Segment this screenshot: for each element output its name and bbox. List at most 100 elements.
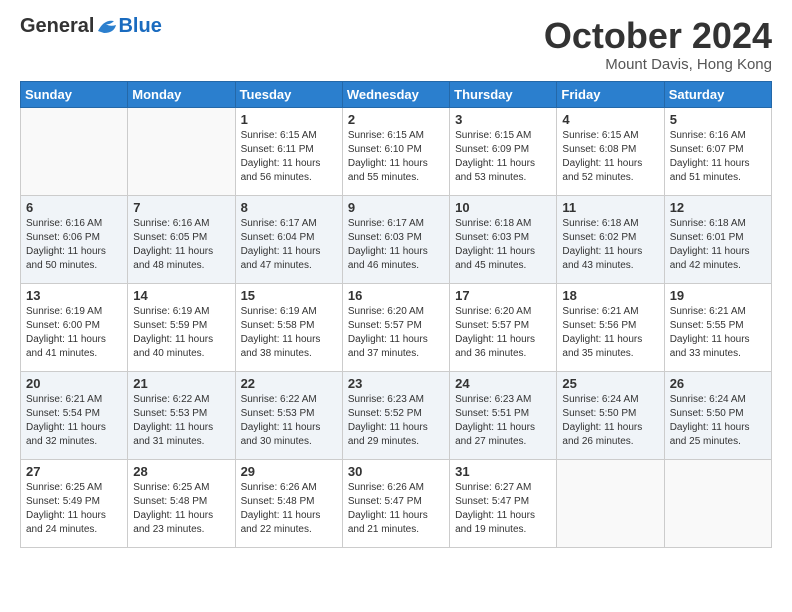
day-number: 7 bbox=[133, 200, 229, 215]
calendar-day-cell: 31 Sunrise: 6:27 AM Sunset: 5:47 PM Dayli… bbox=[450, 459, 557, 547]
day-info: Sunrise: 6:16 AM Sunset: 6:05 PM Dayligh… bbox=[133, 217, 229, 273]
day-info: Sunrise: 6:27 AM Sunset: 5:47 PM Dayligh… bbox=[455, 481, 551, 537]
calendar-day-cell: 20 Sunrise: 6:21 AM Sunset: 5:54 PM Dayli… bbox=[21, 371, 128, 459]
day-info: Sunrise: 6:22 AM Sunset: 5:53 PM Dayligh… bbox=[241, 393, 337, 449]
calendar-day-cell: 30 Sunrise: 6:26 AM Sunset: 5:47 PM Dayli… bbox=[342, 459, 449, 547]
day-info: Sunrise: 6:18 AM Sunset: 6:01 PM Dayligh… bbox=[670, 217, 766, 273]
calendar-day-cell: 23Sunrise: 6:23 AM Sunset: 5:52 PM Dayli… bbox=[342, 371, 449, 459]
day-number: 2 bbox=[348, 112, 444, 127]
calendar-day-cell: 14 Sunrise: 6:19 AM Sunset: 5:59 PM Dayli… bbox=[128, 283, 235, 371]
day-number: 29 bbox=[241, 464, 337, 479]
header-tuesday: Tuesday bbox=[235, 81, 342, 107]
calendar-day-cell: 10Sunrise: 6:18 AM Sunset: 6:03 PM Dayli… bbox=[450, 195, 557, 283]
day-info: Sunrise: 6:21 AM Sunset: 5:54 PM Dayligh… bbox=[26, 393, 122, 449]
day-number: 18 bbox=[562, 288, 658, 303]
day-number: 19 bbox=[670, 288, 766, 303]
day-info: Sunrise: 6:16 AM Sunset: 6:07 PM Dayligh… bbox=[670, 129, 766, 185]
day-info: Sunrise: 6:19 AM Sunset: 5:59 PM Dayligh… bbox=[133, 305, 229, 361]
day-number: 12 bbox=[670, 200, 766, 215]
title-block: October 2024 Mount Davis, Hong Kong bbox=[544, 16, 772, 73]
calendar-day-cell: 12 Sunrise: 6:18 AM Sunset: 6:01 PM Dayli… bbox=[664, 195, 771, 283]
calendar-day-cell: 2Sunrise: 6:15 AM Sunset: 6:10 PM Daylig… bbox=[342, 107, 449, 195]
calendar-day-cell bbox=[128, 107, 235, 195]
day-info: Sunrise: 6:15 AM Sunset: 6:08 PM Dayligh… bbox=[562, 129, 658, 185]
day-info: Sunrise: 6:21 AM Sunset: 5:56 PM Dayligh… bbox=[562, 305, 658, 361]
calendar-day-cell: 8 Sunrise: 6:17 AM Sunset: 6:04 PM Daylig… bbox=[235, 195, 342, 283]
logo-blue-text: Blue bbox=[118, 16, 161, 36]
day-number: 14 bbox=[133, 288, 229, 303]
day-number: 4 bbox=[562, 112, 658, 127]
header-thursday: Thursday bbox=[450, 81, 557, 107]
day-number: 21 bbox=[133, 376, 229, 391]
day-info: Sunrise: 6:23 AM Sunset: 5:52 PM Dayligh… bbox=[348, 393, 444, 449]
day-info: Sunrise: 6:25 AM Sunset: 5:49 PM Dayligh… bbox=[26, 481, 122, 537]
day-number: 30 bbox=[348, 464, 444, 479]
calendar-day-cell: 15Sunrise: 6:19 AM Sunset: 5:58 PM Dayli… bbox=[235, 283, 342, 371]
day-number: 8 bbox=[241, 200, 337, 215]
day-number: 9 bbox=[348, 200, 444, 215]
calendar-week-row: 20 Sunrise: 6:21 AM Sunset: 5:54 PM Dayli… bbox=[21, 371, 772, 459]
day-number: 13 bbox=[26, 288, 122, 303]
calendar-day-cell: 17Sunrise: 6:20 AM Sunset: 5:57 PM Dayli… bbox=[450, 283, 557, 371]
day-number: 22 bbox=[241, 376, 337, 391]
day-info: Sunrise: 6:17 AM Sunset: 6:04 PM Dayligh… bbox=[241, 217, 337, 273]
calendar-day-cell: 16Sunrise: 6:20 AM Sunset: 5:57 PM Dayli… bbox=[342, 283, 449, 371]
logo: General Blue bbox=[20, 16, 162, 36]
day-info: Sunrise: 6:26 AM Sunset: 5:47 PM Dayligh… bbox=[348, 481, 444, 537]
location: Mount Davis, Hong Kong bbox=[544, 56, 772, 73]
header-saturday: Saturday bbox=[664, 81, 771, 107]
day-number: 26 bbox=[670, 376, 766, 391]
calendar-day-cell: 27 Sunrise: 6:25 AM Sunset: 5:49 PM Dayli… bbox=[21, 459, 128, 547]
page: General Blue October 2024 Mount Davis, H… bbox=[0, 0, 792, 612]
header-monday: Monday bbox=[128, 81, 235, 107]
month-title: October 2024 bbox=[544, 16, 772, 56]
day-number: 5 bbox=[670, 112, 766, 127]
calendar-day-cell: 3 Sunrise: 6:15 AM Sunset: 6:09 PM Daylig… bbox=[450, 107, 557, 195]
calendar-day-cell: 18 Sunrise: 6:21 AM Sunset: 5:56 PM Dayli… bbox=[557, 283, 664, 371]
calendar-table: SundayMondayTuesdayWednesdayThursdayFrid… bbox=[20, 81, 772, 548]
calendar-day-cell: 13 Sunrise: 6:19 AM Sunset: 6:00 PM Dayli… bbox=[21, 283, 128, 371]
day-info: Sunrise: 6:25 AM Sunset: 5:48 PM Dayligh… bbox=[133, 481, 229, 537]
day-number: 28 bbox=[133, 464, 229, 479]
header-sunday: Sunday bbox=[21, 81, 128, 107]
calendar-day-cell: 28 Sunrise: 6:25 AM Sunset: 5:48 PM Dayli… bbox=[128, 459, 235, 547]
calendar-day-cell bbox=[557, 459, 664, 547]
day-info: Sunrise: 6:17 AM Sunset: 6:03 PM Dayligh… bbox=[348, 217, 444, 273]
header-friday: Friday bbox=[557, 81, 664, 107]
calendar-day-cell: 5 Sunrise: 6:16 AM Sunset: 6:07 PM Daylig… bbox=[664, 107, 771, 195]
day-number: 31 bbox=[455, 464, 551, 479]
day-number: 16 bbox=[348, 288, 444, 303]
day-number: 6 bbox=[26, 200, 122, 215]
day-number: 20 bbox=[26, 376, 122, 391]
day-info: Sunrise: 6:19 AM Sunset: 6:00 PM Dayligh… bbox=[26, 305, 122, 361]
calendar-day-cell bbox=[21, 107, 128, 195]
calendar-day-cell: 7 Sunrise: 6:16 AM Sunset: 6:05 PM Daylig… bbox=[128, 195, 235, 283]
day-number: 11 bbox=[562, 200, 658, 215]
day-info: Sunrise: 6:16 AM Sunset: 6:06 PM Dayligh… bbox=[26, 217, 122, 273]
calendar-day-cell: 19 Sunrise: 6:21 AM Sunset: 5:55 PM Dayli… bbox=[664, 283, 771, 371]
calendar-header-row: SundayMondayTuesdayWednesdayThursdayFrid… bbox=[21, 81, 772, 107]
day-info: Sunrise: 6:15 AM Sunset: 6:11 PM Dayligh… bbox=[241, 129, 337, 185]
day-number: 15 bbox=[241, 288, 337, 303]
calendar-day-cell: 25 Sunrise: 6:24 AM Sunset: 5:50 PM Dayli… bbox=[557, 371, 664, 459]
day-number: 3 bbox=[455, 112, 551, 127]
day-info: Sunrise: 6:15 AM Sunset: 6:09 PM Dayligh… bbox=[455, 129, 551, 185]
day-info: Sunrise: 6:21 AM Sunset: 5:55 PM Dayligh… bbox=[670, 305, 766, 361]
calendar-day-cell: 21Sunrise: 6:22 AM Sunset: 5:53 PM Dayli… bbox=[128, 371, 235, 459]
day-info: Sunrise: 6:18 AM Sunset: 6:02 PM Dayligh… bbox=[562, 217, 658, 273]
calendar-day-cell bbox=[664, 459, 771, 547]
calendar-week-row: 1Sunrise: 6:15 AM Sunset: 6:11 PM Daylig… bbox=[21, 107, 772, 195]
header: General Blue October 2024 Mount Davis, H… bbox=[20, 16, 772, 73]
calendar-day-cell: 29Sunrise: 6:26 AM Sunset: 5:48 PM Dayli… bbox=[235, 459, 342, 547]
day-number: 25 bbox=[562, 376, 658, 391]
day-number: 10 bbox=[455, 200, 551, 215]
calendar-day-cell: 6 Sunrise: 6:16 AM Sunset: 6:06 PM Daylig… bbox=[21, 195, 128, 283]
day-number: 27 bbox=[26, 464, 122, 479]
day-number: 17 bbox=[455, 288, 551, 303]
day-number: 24 bbox=[455, 376, 551, 391]
calendar-day-cell: 9 Sunrise: 6:17 AM Sunset: 6:03 PM Daylig… bbox=[342, 195, 449, 283]
calendar-week-row: 13 Sunrise: 6:19 AM Sunset: 6:00 PM Dayli… bbox=[21, 283, 772, 371]
calendar-day-cell: 22 Sunrise: 6:22 AM Sunset: 5:53 PM Dayli… bbox=[235, 371, 342, 459]
calendar-week-row: 6 Sunrise: 6:16 AM Sunset: 6:06 PM Daylig… bbox=[21, 195, 772, 283]
day-info: Sunrise: 6:24 AM Sunset: 5:50 PM Dayligh… bbox=[562, 393, 658, 449]
